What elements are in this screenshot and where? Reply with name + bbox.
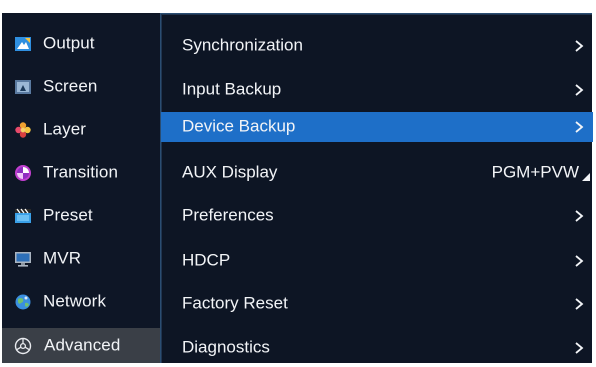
sidebar-item-label: Output [43, 33, 95, 53]
sidebar-item-transition[interactable]: Transition [2, 153, 160, 193]
layer-icon [15, 122, 31, 138]
app-window: Output Screen Layer Transition Preset MV… [2, 13, 593, 363]
chevron-right-icon [575, 121, 584, 133]
menu-item-label: Synchronization [182, 35, 303, 55]
dropdown-triangle-icon[interactable] [582, 173, 590, 181]
sidebar-item-label: Network [43, 291, 107, 311]
chevron-right-icon [575, 40, 584, 52]
menu-item-preferences[interactable]: Preferences [161, 201, 593, 231]
sidebar-item-label: Advanced [44, 335, 121, 355]
menu-item-synchronization[interactable]: Synchronization [161, 31, 593, 61]
sidebar-item-label: MVR [43, 248, 82, 268]
menu-item-label: Device Backup [182, 116, 296, 136]
preset-icon [15, 208, 31, 223]
sidebar-item-screen[interactable]: Screen [2, 67, 160, 107]
screen-icon [15, 80, 31, 94]
output-icon [15, 37, 31, 51]
sidebar-item-mvr[interactable]: MVR [2, 239, 160, 279]
chevron-right-icon [575, 84, 584, 96]
menu-item-label: Input Backup [182, 79, 282, 99]
sidebar-item-label: Transition [43, 162, 119, 182]
chevron-right-icon [575, 298, 584, 310]
sidebar-item-label: Screen [43, 76, 98, 96]
menu-item-input-backup[interactable]: Input Backup [161, 75, 593, 105]
advanced-icon [14, 337, 32, 354]
menu-item-factory-reset[interactable]: Factory Reset [161, 289, 593, 319]
menu-item-label: Factory Reset [182, 293, 288, 313]
sidebar-item-network[interactable]: Network [2, 282, 160, 322]
aux-display-value[interactable]: PGM+PVW [492, 163, 579, 183]
menu-item-device-backup[interactable]: Device Backup [161, 112, 593, 142]
sidebar-item-label: Preset [43, 205, 93, 225]
menu-item-label: Preferences [182, 205, 274, 225]
menu-item-label: AUX Display [182, 162, 278, 182]
menu-item-diagnostics[interactable]: Diagnostics [161, 333, 593, 363]
menu-item-label: Diagnostics [182, 337, 270, 357]
chevron-right-icon [575, 342, 584, 354]
network-icon [15, 294, 31, 310]
transition-icon [15, 165, 31, 181]
mvr-icon [15, 252, 31, 267]
sidebar-item-label: Layer [43, 119, 87, 139]
sidebar-item-advanced[interactable]: Advanced [2, 328, 160, 363]
sidebar-item-output[interactable]: Output [2, 24, 160, 64]
menu-item-aux-display[interactable]: AUX Display PGM+PVW [161, 158, 593, 188]
chevron-right-icon [575, 255, 584, 267]
sidebar-item-layer[interactable]: Layer [2, 110, 160, 150]
chevron-right-icon [575, 210, 584, 222]
sidebar: Output Screen Layer Transition Preset MV… [2, 13, 160, 363]
menu-item-hdcp[interactable]: HDCP [161, 246, 593, 276]
menu-item-label: HDCP [182, 250, 231, 270]
sidebar-item-preset[interactable]: Preset [2, 196, 160, 236]
advanced-submenu: Synchronization Input Backup Device Back… [160, 13, 593, 363]
